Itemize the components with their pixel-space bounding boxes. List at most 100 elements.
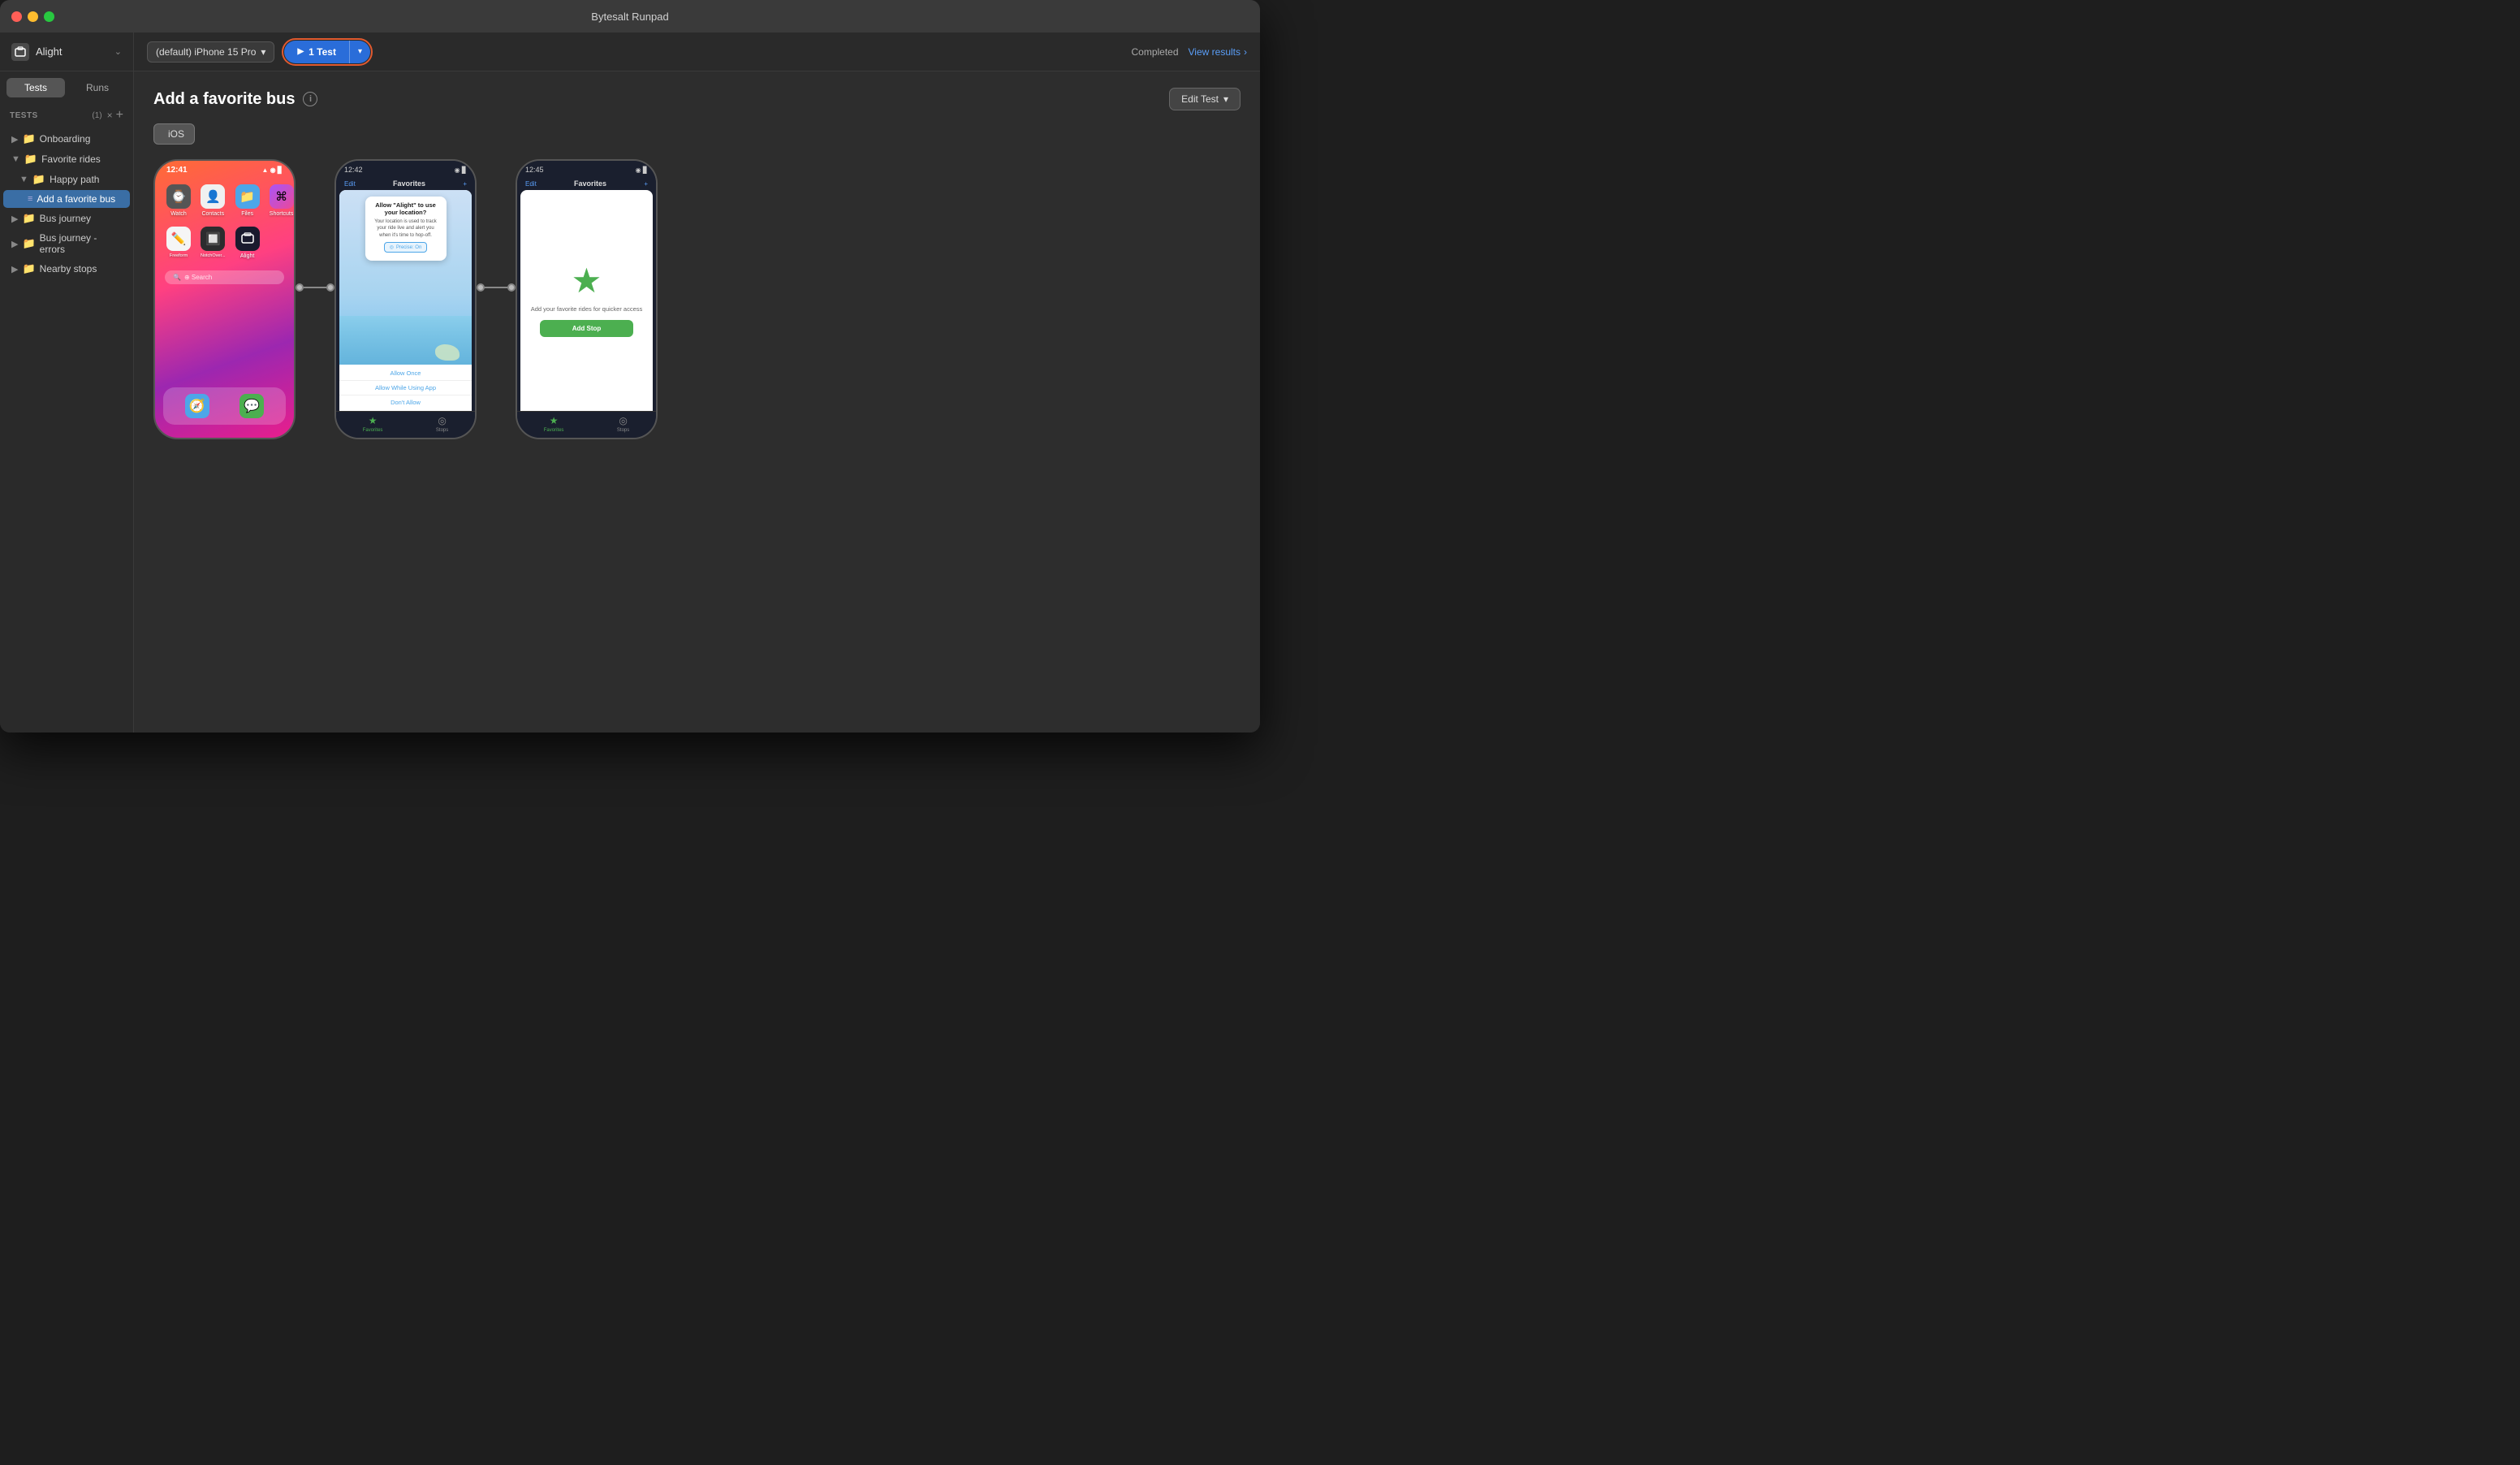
sidebar-item-happy-path[interactable]: ▼ 📁 Happy path xyxy=(3,170,130,189)
star-icon: ★ xyxy=(369,415,378,426)
phone3-edit: Edit xyxy=(525,180,537,188)
maximize-button[interactable] xyxy=(44,11,54,22)
star-empty-icon: ★ xyxy=(572,264,602,298)
phones-row: 12:41 ▲ ◉ ▊ ⌚ Watch 👤 Contacts xyxy=(153,159,1241,439)
connector-circle xyxy=(296,283,304,292)
app-watch: ⌚ Watch xyxy=(166,184,191,217)
sidebar-item-label: Nearby stops xyxy=(40,263,97,274)
safari-dock-icon: 🧭 xyxy=(185,394,209,418)
precise-label: Precise: On xyxy=(396,245,421,250)
edit-test-button[interactable]: Edit Test ▾ xyxy=(1169,88,1241,110)
sidebar-tree: ▶ 📁 Onboarding ▼ 📁 Favorite rides ▼ 📁 Ha… xyxy=(0,127,133,732)
allow-once-btn[interactable]: Allow Once xyxy=(339,366,472,381)
connector-line xyxy=(304,287,326,288)
add-stop-button[interactable]: Add Stop xyxy=(540,320,632,337)
close-button[interactable] xyxy=(11,11,22,22)
allow-while-btn[interactable]: Allow While Using App xyxy=(339,381,472,395)
contacts-icon: 👤 xyxy=(201,184,225,209)
phone3-bottom-nav: ★ Favorites ◎ Stops xyxy=(517,411,656,438)
sidebar-item-label: Bus journey - errors xyxy=(40,232,122,255)
phone3-title: Favorites xyxy=(574,179,606,188)
star-icon: ★ xyxy=(550,415,559,426)
folder-icon: 📁 xyxy=(32,173,45,186)
sidebar-item-add-favorite-bus[interactable]: ≡ Add a favorite bus xyxy=(3,190,130,208)
window-title: Bytesalt Runpad xyxy=(591,11,668,23)
tab-runs[interactable]: Runs xyxy=(68,78,127,97)
run-button-group: ▶ 1 Test ▾ xyxy=(284,41,370,63)
connector-circle xyxy=(477,283,485,292)
precise-icon: ◎ xyxy=(390,244,394,250)
app-files: 📁 Files xyxy=(235,184,260,217)
sidebar-tabs: Tests Runs xyxy=(0,71,133,104)
run-button[interactable]: ▶ 1 Test xyxy=(284,41,349,63)
view-results-button[interactable]: View results › xyxy=(1189,46,1247,58)
precise-btn: ◎ Precise: On xyxy=(384,242,428,253)
phone3-nav: Edit Favorites + xyxy=(517,177,656,190)
alight-icon xyxy=(235,227,260,251)
status-bar-1: 12:41 ▲ ◉ ▊ xyxy=(155,161,294,178)
test-content: Add a favorite bus i Edit Test ▾ iOS xyxy=(134,71,1260,732)
connector-2 xyxy=(477,283,516,316)
shortcuts-icon: ⌘ xyxy=(270,184,294,209)
freeform-icon: ✏️ xyxy=(166,227,191,251)
run-dropdown-button[interactable]: ▾ xyxy=(349,41,370,63)
stops-icon: ◎ xyxy=(619,415,627,426)
phone2-status-time: 12:42 xyxy=(344,166,363,174)
chevron-right-icon: ▶ xyxy=(11,239,18,249)
folder-icon: 📁 xyxy=(24,153,37,166)
platform-label: iOS xyxy=(168,128,184,140)
permission-title: Allow "Alight" to use your location? xyxy=(372,201,440,216)
chevron-down-icon: ▼ xyxy=(19,175,28,184)
device-selector[interactable]: (default) iPhone 15 Pro ▾ xyxy=(147,41,274,63)
close-tests-icon[interactable]: × xyxy=(107,110,113,121)
chevron-down-icon: ▾ xyxy=(261,46,265,58)
tests-section-header: TESTS (1) × + xyxy=(0,104,133,127)
chevron-down-icon: ⌄ xyxy=(114,46,122,57)
phone-screen-1: 12:41 ▲ ◉ ▊ ⌚ Watch 👤 Contacts xyxy=(153,159,296,439)
sidebar-item-nearby-stops[interactable]: ▶ 📁 Nearby stops xyxy=(3,259,130,279)
sidebar-item-label: Onboarding xyxy=(40,133,91,145)
folder-icon: 📁 xyxy=(22,212,35,225)
sidebar-item-bus-journey[interactable]: ▶ 📁 Bus journey xyxy=(3,209,130,228)
phone-screen-2: 12:42 ◉ ▊ Edit Favorites + xyxy=(334,159,477,439)
status-time-1: 12:41 xyxy=(166,166,188,175)
app-grid: ⌚ Watch 👤 Contacts 📁 Files xyxy=(155,178,294,266)
phone2-map: Allow "Alight" to use your location? You… xyxy=(339,190,472,365)
messages-dock-icon: 💬 xyxy=(239,394,264,418)
chevron-right-icon: ▶ xyxy=(11,214,18,224)
nav-favorites-3: ★ Favorites xyxy=(544,415,564,433)
device-label: (default) iPhone 15 Pro xyxy=(156,46,256,58)
minimize-button[interactable] xyxy=(28,11,38,22)
sidebar-item-onboarding[interactable]: ▶ 📁 Onboarding xyxy=(3,129,130,149)
stops-icon: ◎ xyxy=(438,415,446,426)
sidebar-app-name: Alight xyxy=(36,45,108,58)
tests-label: TESTS xyxy=(10,111,88,120)
nav-favorites-label-3: Favorites xyxy=(544,428,564,433)
files-icon: 📁 xyxy=(235,184,260,209)
app-icon xyxy=(11,43,29,61)
phone2-bottom-nav: ★ Favorites ◎ Stops xyxy=(336,411,475,438)
phone2-plus: + xyxy=(463,180,467,188)
phone-search-bar: 🔍 ⊕ Search xyxy=(165,270,284,284)
connector-line xyxy=(485,287,507,288)
chevron-down-icon: ▼ xyxy=(11,154,20,164)
view-results-label: View results xyxy=(1189,46,1241,58)
tab-tests[interactable]: Tests xyxy=(6,78,65,97)
search-icon: 🔍 xyxy=(173,274,181,281)
add-test-button[interactable]: + xyxy=(116,109,123,122)
phone2-content: Allow "Alight" to use your location? You… xyxy=(339,190,472,411)
phone-dock: 🧭 💬 xyxy=(163,387,286,425)
sidebar-item-favorite-rides[interactable]: ▼ 📁 Favorite rides xyxy=(3,149,130,169)
test-icon: ≡ xyxy=(28,194,32,204)
folder-icon: 📁 xyxy=(22,132,35,145)
connector-circle xyxy=(326,283,334,292)
top-bar: (default) iPhone 15 Pro ▾ ▶ 1 Test ▾ Com… xyxy=(134,32,1260,71)
permission-desc: Your location is used to track your ride… xyxy=(372,218,440,239)
map-land xyxy=(435,344,460,361)
app-alight: Alight xyxy=(235,227,260,259)
sidebar-item-bus-journey-errors[interactable]: ▶ 📁 Bus journey - errors xyxy=(3,229,130,258)
nav-stops-label: Stops xyxy=(436,428,448,433)
chevron-down-icon: ▾ xyxy=(1223,93,1228,105)
info-icon[interactable]: i xyxy=(303,92,317,106)
dont-allow-btn[interactable]: Don't Allow xyxy=(339,395,472,409)
